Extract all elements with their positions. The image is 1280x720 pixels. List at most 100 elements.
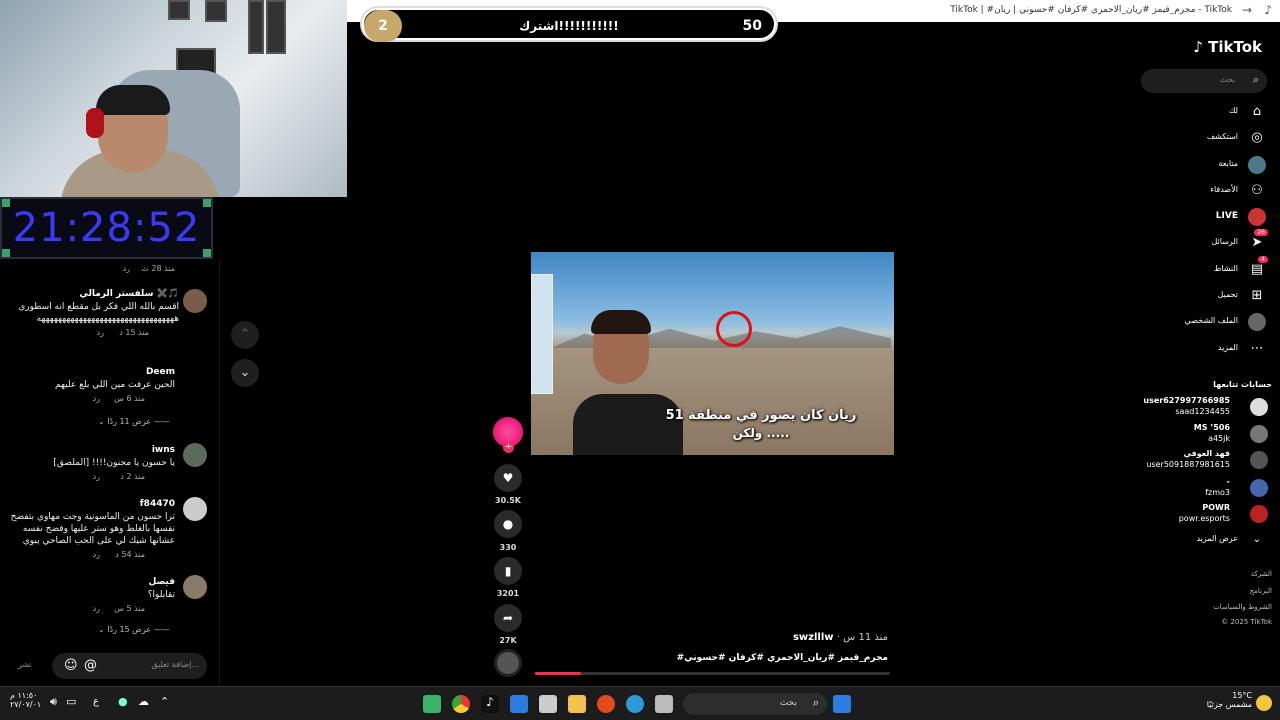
tiktok-favicon-icon: ♪ xyxy=(1264,3,1272,17)
comment-author[interactable]: فيصل xyxy=(9,577,175,587)
following-account[interactable]: user627997766985 saad1234455 xyxy=(1140,395,1270,421)
mail-icon[interactable] xyxy=(510,695,528,713)
compass-icon: ◎ xyxy=(1251,130,1263,145)
activity-badge: 4 xyxy=(1258,256,1268,263)
comment-button[interactable]: ● xyxy=(494,510,522,538)
following-account[interactable]: MS ʼ506 a45jk xyxy=(1140,422,1270,448)
chevron-down-icon: ⌄ xyxy=(1252,534,1262,545)
tiktok-logo[interactable]: ♪ TikTok xyxy=(1193,38,1262,56)
comment-author[interactable]: سلفستر الرمالي ✖️🎵 xyxy=(9,289,179,299)
sign-board xyxy=(531,274,553,394)
like-button[interactable]: ♥ xyxy=(494,464,522,492)
view-replies[interactable]: ⌄ عرض 11 ردًا —— xyxy=(98,417,170,426)
chevron-up-icon[interactable]: ⌃ xyxy=(160,695,169,708)
chrome-icon[interactable] xyxy=(452,695,470,713)
nav-activity[interactable]: النشاط ▤ 4 xyxy=(1140,256,1270,280)
tiktok-app-icon[interactable]: ♪ xyxy=(481,695,499,713)
avatar[interactable] xyxy=(183,497,207,521)
microphone-icon[interactable]: ● xyxy=(118,695,128,708)
following-account[interactable]: - fzmo3 xyxy=(1140,476,1270,502)
app-icon[interactable] xyxy=(655,695,673,713)
reply-link[interactable]: رد xyxy=(93,604,100,613)
nav-messages[interactable]: الرسائل ➤ 26 xyxy=(1140,229,1270,253)
headset xyxy=(86,108,104,138)
emoji-icon[interactable]: ☺ xyxy=(64,658,78,673)
see-more-following[interactable]: عرض المزيد ⌄ xyxy=(1140,530,1270,550)
view-replies[interactable]: ⌄ عرض 15 ردًا —— xyxy=(98,625,170,634)
comment-time: منذ 5 س xyxy=(114,604,145,613)
nav-live[interactable]: LIVE xyxy=(1140,207,1270,227)
wall-poster xyxy=(248,0,264,54)
save-button[interactable]: ▮ xyxy=(494,557,522,585)
avatar[interactable] xyxy=(183,289,207,313)
nav-friends[interactable]: الأصدقاء ⚇ xyxy=(1140,181,1270,201)
mention-icon[interactable]: @ xyxy=(84,658,97,673)
video-hashtags[interactable]: #مجرم_قيمز #ريان_الاحمري #كرفان #حسوني xyxy=(600,653,888,663)
comment-item: منذ 28 ثرد0 ♡ xyxy=(5,261,205,278)
avatar[interactable] xyxy=(183,443,207,467)
follow-plus-icon[interactable]: + xyxy=(503,442,514,453)
footer-link[interactable]: الشركة xyxy=(1251,570,1272,578)
search-input[interactable]: بحث ⌕ xyxy=(1141,69,1267,93)
search-icon[interactable]: ⌕ xyxy=(1253,73,1259,87)
nav-following[interactable]: متابعة xyxy=(1140,155,1270,175)
volume-icon[interactable]: 🔊︎ xyxy=(50,695,57,709)
comment-author[interactable]: Deem xyxy=(9,367,175,377)
nav-explore[interactable]: استكشف ◎ xyxy=(1140,128,1270,148)
reply-link[interactable]: رد xyxy=(93,394,100,403)
home-icon: ⌂ xyxy=(1252,104,1262,119)
reply-link[interactable]: رد xyxy=(93,472,100,481)
reply-link[interactable]: رد xyxy=(97,328,104,337)
folder-icon[interactable] xyxy=(568,695,586,713)
share-button[interactable]: ➦ xyxy=(494,604,522,632)
footer-link[interactable]: البرنامج xyxy=(1250,587,1272,595)
avatar[interactable] xyxy=(183,575,207,599)
video-caption: swzlllw · منذ 11 س #مجرم_قيمز #ريان_الاح… xyxy=(600,632,888,663)
cloud-icon[interactable]: ☁ xyxy=(138,695,149,708)
goal-label: اشترك!!!!!!!!!!! xyxy=(519,19,619,33)
taskbar-clock[interactable]: ١١:٥٠ م ٢٧/٠٧/٠١ xyxy=(10,691,41,709)
comments-panel[interactable]: منذ 28 ثرد0 ♡ سلفستر الرمالي ✖️🎵 اقسم با… xyxy=(0,259,220,685)
comment-author[interactable]: iwns xyxy=(9,445,175,455)
weather-widget[interactable]: 15°C مشمس جزئيًا xyxy=(1207,691,1252,709)
video-progress-bar[interactable] xyxy=(535,672,890,675)
avatar xyxy=(1250,505,1268,523)
language-indicator[interactable]: ع xyxy=(93,696,99,707)
share-icon: ➦ xyxy=(502,611,514,625)
app-icon[interactable] xyxy=(423,695,441,713)
video-author[interactable]: swzlllw xyxy=(793,632,834,643)
following-account[interactable]: POWR powr.esports xyxy=(1140,502,1270,528)
nav-for-you[interactable]: لك ⌂ xyxy=(1140,102,1270,122)
nav-more[interactable]: المزيد ⋯ xyxy=(1140,339,1270,359)
nav-profile[interactable]: الملف الشخصي xyxy=(1140,312,1270,332)
windows-start-icon[interactable] xyxy=(833,695,851,713)
network-icon[interactable]: ▭ xyxy=(66,695,76,708)
footer-link[interactable]: الشروط والسياسات xyxy=(1213,603,1272,611)
reply-link[interactable]: رد xyxy=(123,264,130,273)
edge-icon[interactable] xyxy=(626,695,644,713)
comment-text: اقسم بالله اللي فكر بل مقطع انه اسطوري ه… xyxy=(18,302,179,324)
comment-item: f84470 ترا حسون من الماسونية وجت مهاوي ب… xyxy=(9,499,175,564)
next-video-button[interactable]: ⌄ xyxy=(231,359,259,387)
comment-item: iwns يا حسون يا مجنون!!!! [الملصق] منذ 2… xyxy=(9,445,175,486)
search-placeholder: بحث xyxy=(779,698,797,708)
comment-item: Deem الحين عرفت مين اللي بلع عليهم منذ 6… xyxy=(9,367,175,408)
nav-upload[interactable]: تحميل ⊞ xyxy=(1140,286,1270,306)
post-button[interactable]: نشر xyxy=(18,660,32,669)
comment-time: منذ 54 د xyxy=(115,550,145,559)
comment-text: الحين عرفت مين اللي بلع عليهم xyxy=(55,380,175,390)
taskbar-search[interactable]: بحث ⌕ xyxy=(683,693,827,715)
comment-count: 330 xyxy=(499,543,517,552)
forward-icon[interactable]: → xyxy=(1242,3,1252,17)
avatar xyxy=(1250,451,1268,469)
following-account[interactable]: فهد العوفي user5091887981615 xyxy=(1140,448,1270,474)
music-disc-icon[interactable] xyxy=(494,649,522,677)
reply-link[interactable]: رد xyxy=(93,550,100,559)
app-icon[interactable] xyxy=(597,695,615,713)
video-player[interactable]: ريان كان يصور في منطقة 51 ولكن ..... xyxy=(531,252,894,455)
previous-video-button[interactable]: ⌃ xyxy=(231,321,259,349)
store-icon[interactable] xyxy=(539,695,557,713)
comment-author[interactable]: f84470 xyxy=(9,499,175,509)
save-count: 3201 xyxy=(496,589,520,598)
add-comment-input[interactable]: إضافة تعليق... @ ☺ xyxy=(52,653,207,679)
